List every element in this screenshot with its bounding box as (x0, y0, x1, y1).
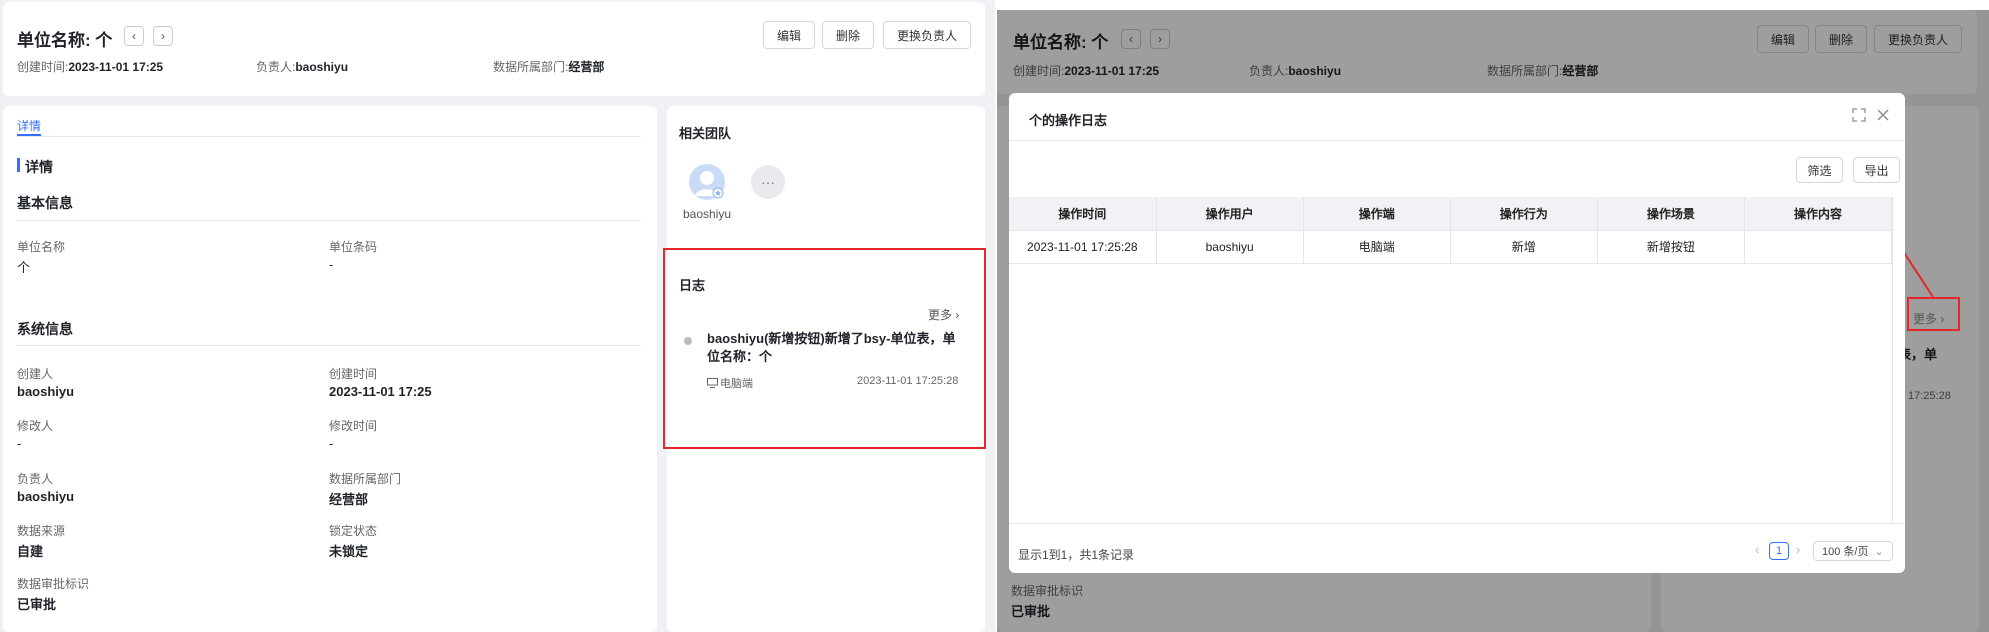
record-count: 显示1到1，共1条记录 (1018, 548, 1135, 562)
creator-value: baoshiyu (17, 384, 75, 399)
close-icon[interactable] (1875, 107, 1891, 123)
log-table: 操作时间 操作用户 操作端 操作行为 操作场景 操作内容 2023-11-01 … (1009, 197, 1893, 264)
modify-time-label: 修改时间 (329, 419, 378, 433)
col-action: 操作行为 (1450, 197, 1598, 231)
delete-button[interactable]: 删除 (822, 21, 874, 49)
next-page-icon[interactable]: › (1796, 542, 1800, 557)
modal-header-divider (1009, 140, 1905, 141)
table-right-border (1892, 197, 1893, 523)
dept-label: 数据所属部门: (493, 60, 569, 74)
owner-value: baoshiyu (295, 60, 349, 74)
unit-name-value: 个 (17, 260, 31, 275)
table-row[interactable]: 2023-11-01 17:25:28 baoshiyu 电脑端 新增 新增按钮 (1009, 230, 1893, 264)
modifier-value: - (17, 436, 22, 451)
cell-user: baoshiyu (1156, 230, 1304, 264)
owner-label: 负责人: (256, 60, 296, 74)
modal-footer-divider (1009, 523, 1905, 524)
tab-divider (17, 136, 641, 137)
details-card: 详情 详情 基本信息 单位名称 个 单位条码 - 系统信息 创建人 baoshi… (3, 106, 657, 632)
change-owner-button[interactable]: 更换负责人 (883, 21, 971, 49)
dept-field-value: 经营部 (329, 492, 369, 507)
dept-value: 经营部 (568, 60, 605, 74)
dept-field-label: 数据所属部门 (329, 472, 402, 486)
modifier-label: 修改人 (17, 419, 54, 433)
page-title: 单位名称: 个 (17, 31, 113, 50)
basic-info-section: 基本信息 (17, 195, 73, 211)
approval-label: 数据审批标识 (17, 577, 90, 591)
source-value: 自建 (17, 544, 44, 559)
unit-name-label: 单位名称 (17, 240, 66, 254)
created-label: 创建时间: (17, 60, 69, 74)
ellipsis-icon[interactable]: ··· (751, 165, 785, 199)
col-user: 操作用户 (1156, 197, 1304, 231)
col-scene: 操作场景 (1597, 197, 1745, 231)
source-label: 数据来源 (17, 524, 66, 538)
basic-divider (17, 220, 641, 221)
modal-title: 个的操作日志 (1029, 113, 1108, 128)
page-1-button[interactable]: 1 (1769, 542, 1789, 560)
col-content: 操作内容 (1744, 197, 1893, 231)
page-size-value: 100 条/页 (1822, 546, 1869, 558)
system-divider (17, 345, 641, 346)
page-size-select[interactable]: 100 条/页 ⌄ (1813, 541, 1893, 561)
record-header: 单位名称: 个 ‹ › 编辑 删除 更换负责人 创建时间:2023-11-01 … (3, 2, 985, 96)
dept-meta: 数据所属部门:经营部 (493, 58, 604, 75)
operation-log-modal: 个的操作日志 筛选 导出 操作时间 操作用户 操作端 操作行为 操作场景 操作内… (1009, 93, 1905, 573)
user-icon (695, 171, 724, 199)
log-modal-screen: 单位名称: 个 ‹ › 编辑 删除 更换负责人 创建时间:2023-11-01 … (997, 10, 1989, 632)
filter-button[interactable]: 筛选 (1796, 157, 1843, 183)
created-value: 2023-11-01 17:25 (68, 60, 164, 74)
team-member-name: baoshiyu (683, 207, 732, 221)
chevron-down-icon: ⌄ (1874, 545, 1884, 558)
lock-value: 未锁定 (329, 544, 369, 559)
owner-meta: 负责人:baoshiyu (256, 58, 348, 75)
owner-field-value: baoshiyu (17, 489, 75, 504)
owner-field-label: 负责人 (17, 472, 54, 486)
avatar[interactable] (689, 164, 725, 200)
create-time-label: 创建时间 (329, 367, 378, 381)
team-title: 相关团队 (679, 126, 732, 141)
edit-button[interactable]: 编辑 (763, 21, 815, 49)
creator-label: 创建人 (17, 367, 54, 381)
cell-action: 新增 (1450, 230, 1598, 264)
prev-page-icon[interactable]: ‹ (1755, 542, 1759, 557)
export-button[interactable]: 导出 (1853, 157, 1900, 183)
cell-client: 电脑端 (1303, 230, 1451, 264)
lock-label: 锁定状态 (329, 524, 378, 538)
cell-content (1744, 230, 1893, 264)
table-header-row: 操作时间 操作用户 操作端 操作行为 操作场景 操作内容 (1009, 197, 1893, 231)
cell-scene: 新增按钮 (1597, 230, 1745, 264)
col-client: 操作端 (1303, 197, 1451, 231)
modify-time-value: - (329, 436, 334, 451)
system-info-section: 系统信息 (17, 321, 73, 337)
record-detail-page: 单位名称: 个 ‹ › 编辑 删除 更换负责人 创建时间:2023-11-01 … (0, 0, 995, 632)
log-highlight-box (663, 248, 986, 449)
unit-code-label: 单位条码 (329, 240, 378, 254)
created-meta: 创建时间:2023-11-01 17:25 (17, 58, 163, 75)
chevron-left-icon: ‹ (132, 29, 136, 43)
details-heading: 详情 (25, 159, 53, 175)
tab-details[interactable]: 详情 (17, 117, 41, 134)
chevron-right-icon: › (161, 29, 165, 43)
cell-time: 2023-11-01 17:25:28 (1009, 230, 1157, 264)
approval-value: 已审批 (17, 597, 57, 612)
unit-code-value: - (329, 257, 334, 272)
next-record-button[interactable]: › (153, 26, 173, 46)
col-time: 操作时间 (1009, 197, 1157, 231)
expand-icon[interactable] (1851, 107, 1867, 123)
heading-marker (17, 158, 20, 172)
prev-record-button[interactable]: ‹ (124, 26, 144, 46)
create-time-value: 2023-11-01 17:25 (329, 384, 432, 399)
